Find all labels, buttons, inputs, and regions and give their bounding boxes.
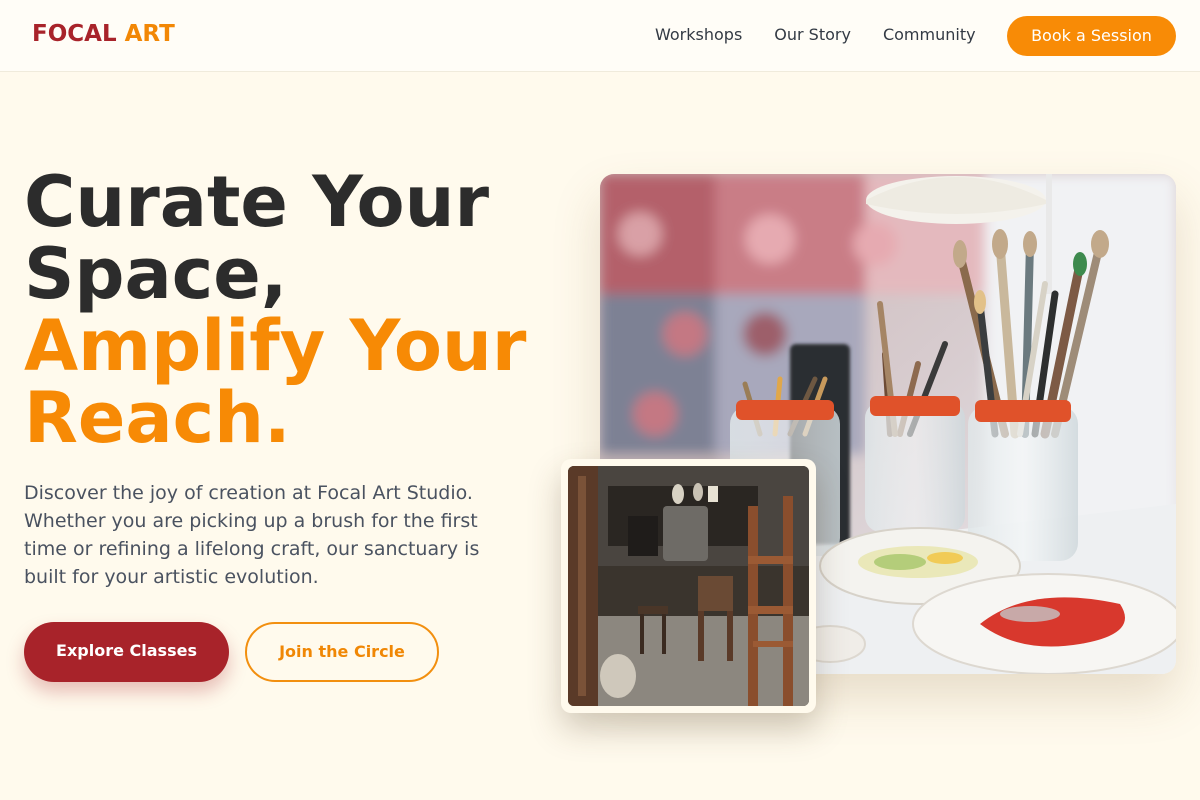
book-session-button[interactable]: Book a Session xyxy=(1007,16,1176,56)
brand-name-part2: ART xyxy=(124,21,175,47)
join-circle-button[interactable]: Join the Circle xyxy=(245,622,439,682)
studio-photo-frame xyxy=(561,459,816,713)
brand-name-part1: FOCAL xyxy=(32,21,117,47)
nav-link-community[interactable]: Community xyxy=(883,25,976,44)
headline-line-1: Curate Your xyxy=(24,161,489,243)
headline-accent-line-2: Reach. xyxy=(24,377,291,459)
nav-link-workshops[interactable]: Workshops xyxy=(655,25,742,44)
main-nav: Workshops Our Story Community xyxy=(655,25,1008,44)
explore-classes-button[interactable]: Explore Classes xyxy=(24,622,229,682)
top-navbar: FOCAL ART Workshops Our Story Community … xyxy=(0,0,1200,72)
headline-line-2: Space, xyxy=(24,233,288,315)
headline-accent-line-1: Amplify Your xyxy=(24,305,527,387)
nav-link-our-story[interactable]: Our Story xyxy=(774,25,851,44)
hero-description: Discover the joy of creation at Focal Ar… xyxy=(24,482,480,588)
brand-logo[interactable]: FOCAL ART xyxy=(32,21,175,47)
studio-interior-photo xyxy=(568,466,809,706)
hero-headline: Curate Your Space, Amplify Your Reach. xyxy=(24,166,584,454)
